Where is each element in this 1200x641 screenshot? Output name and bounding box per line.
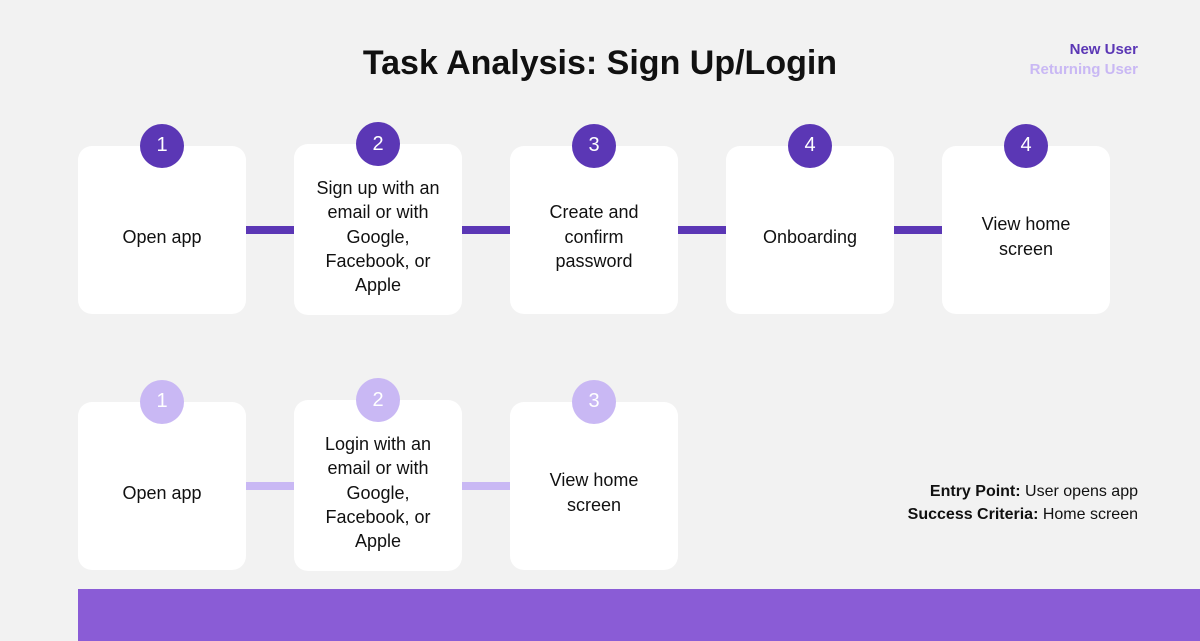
legend-new-user: New User: [1030, 40, 1138, 60]
notes: Entry Point: User opens app Success Crit…: [908, 480, 1138, 526]
connector: [462, 226, 510, 234]
step-badge: 2: [356, 378, 400, 422]
step-badge: 1: [140, 124, 184, 168]
step-card: 1 Open app: [78, 402, 246, 570]
connector: [678, 226, 726, 234]
step-card: 2 Sign up with an email or with Google, …: [294, 144, 462, 315]
step-badge: 3: [572, 124, 616, 168]
step-text: View home screen: [958, 212, 1094, 261]
legend-returning-user: Returning User: [1030, 60, 1138, 80]
connector: [462, 482, 510, 490]
step-card: 1 Open app: [78, 146, 246, 314]
footer-bar: [78, 589, 1200, 641]
returning-user-flow: 1 Open app 2 Login with an email or with…: [78, 400, 678, 571]
legend: New User Returning User: [1030, 40, 1138, 79]
entry-point-label: Entry Point:: [930, 483, 1021, 500]
step-text: Onboarding: [763, 225, 857, 249]
step-badge: 3: [572, 380, 616, 424]
success-criteria-label: Success Criteria:: [908, 506, 1039, 523]
page-title: Task Analysis: Sign Up/Login: [0, 44, 1200, 83]
step-text: Create and confirm password: [526, 200, 662, 273]
connector: [246, 482, 294, 490]
step-text: Open app: [122, 225, 201, 249]
connector: [894, 226, 942, 234]
step-text: Login with an email or with Google, Face…: [310, 432, 446, 553]
new-user-flow: 1 Open app 2 Sign up with an email or wi…: [78, 144, 1110, 315]
step-card: 4 View home screen: [942, 146, 1110, 314]
step-card: 4 Onboarding: [726, 146, 894, 314]
step-text: Open app: [122, 481, 201, 505]
connector: [246, 226, 294, 234]
success-criteria-value: Home screen: [1038, 506, 1138, 523]
step-card: 3 Create and confirm password: [510, 146, 678, 314]
step-card: 2 Login with an email or with Google, Fa…: [294, 400, 462, 571]
step-text: Sign up with an email or with Google, Fa…: [310, 176, 446, 297]
entry-point-value: User opens app: [1021, 483, 1138, 500]
step-badge: 2: [356, 122, 400, 166]
step-text: View home screen: [526, 468, 662, 517]
step-badge: 1: [140, 380, 184, 424]
step-card: 3 View home screen: [510, 402, 678, 570]
step-badge: 4: [788, 124, 832, 168]
step-badge: 4: [1004, 124, 1048, 168]
